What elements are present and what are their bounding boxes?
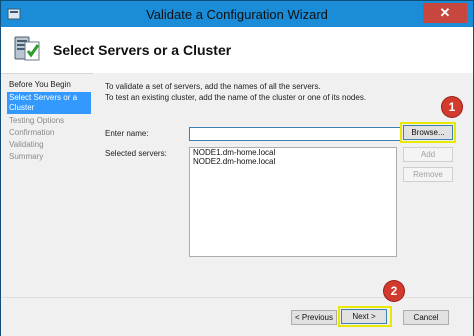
instructions: To validate a set of servers, add the na… (105, 81, 366, 103)
nav-step-confirmation: Confirmation (9, 128, 55, 137)
nav-step-testing-options: Testing Options (9, 116, 65, 125)
instruction-line: To validate a set of servers, add the na… (105, 82, 321, 91)
cancel-button[interactable]: Cancel (403, 310, 449, 325)
browse-button[interactable]: Browse... (403, 125, 453, 140)
remove-button[interactable]: Remove (403, 167, 453, 182)
selected-servers-list[interactable]: NODE1.dm-home.local NODE2.dm-home.local (189, 147, 397, 257)
add-button[interactable]: Add (403, 147, 453, 162)
previous-button[interactable]: < Previous (291, 310, 337, 325)
title-bar[interactable]: Validate a Configuration Wizard ✕ (1, 1, 473, 27)
enter-name-label: Enter name: (105, 129, 149, 138)
enter-name-input[interactable] (189, 127, 401, 141)
nav-step-before-you-begin[interactable]: Before You Begin (7, 79, 91, 91)
wizard-steps-nav: Before You Begin Select Servers or a Clu… (7, 79, 91, 163)
selected-servers-label: Selected servers: (105, 149, 167, 158)
wizard-footer: < Previous Next > Cancel (1, 297, 473, 336)
list-item[interactable]: NODE1.dm-home.local (190, 148, 396, 157)
nav-step-validating: Validating (9, 140, 44, 149)
page-title: Select Servers or a Cluster (53, 42, 232, 58)
window-title: Validate a Configuration Wizard (146, 7, 328, 22)
close-button[interactable]: ✕ (423, 3, 467, 23)
nav-step-select-servers[interactable]: Select Servers or a Cluster (7, 92, 91, 114)
server-checklist-icon (13, 34, 43, 64)
wizard-window: Validate a Configuration Wizard ✕ Select… (0, 0, 474, 336)
instruction-line: To test an existing cluster, add the nam… (105, 93, 367, 102)
annotation-badge-1: 1 (442, 97, 462, 117)
list-item[interactable]: NODE2.dm-home.local (190, 157, 396, 166)
wizard-header: Select Servers or a Cluster (1, 27, 473, 74)
next-button[interactable]: Next > (341, 309, 387, 324)
wizard-content: To validate a set of servers, add the na… (93, 73, 473, 293)
nav-step-summary: Summary (9, 152, 44, 161)
annotation-badge-2: 2 (384, 281, 404, 301)
